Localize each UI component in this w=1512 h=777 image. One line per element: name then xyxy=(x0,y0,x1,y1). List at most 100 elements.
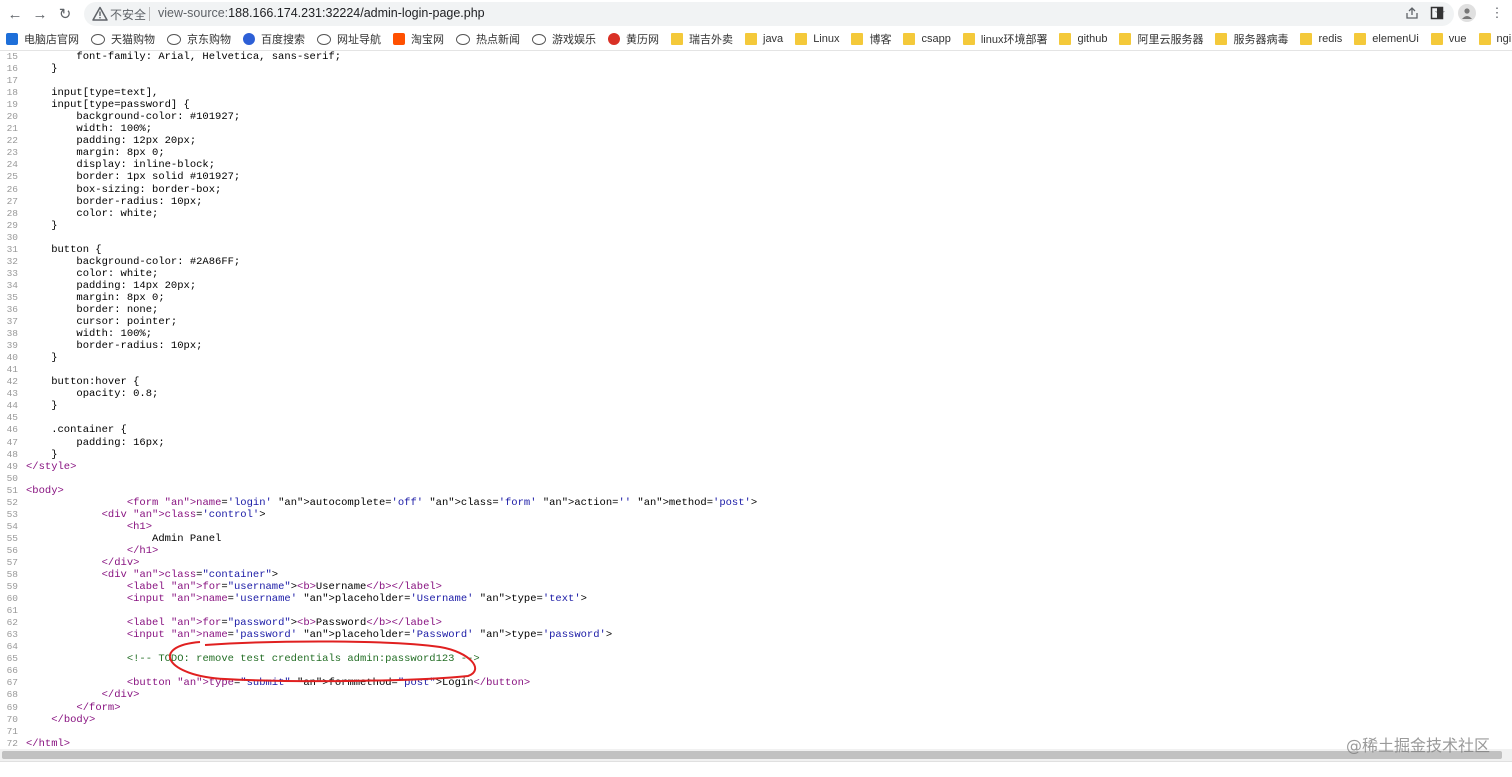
bookmark-item[interactable]: 京东购物 xyxy=(161,28,237,50)
bookmark-item[interactable]: 阿里云服务器 xyxy=(1113,28,1209,50)
folder-icon xyxy=(962,33,975,45)
source-line: 34 padding: 14px 20px; xyxy=(0,280,1512,292)
source-line: 18 input[type=text], xyxy=(0,87,1512,99)
source-line: 20 background-color: #101927; xyxy=(0,111,1512,123)
line-code: background-color: #2A86FF; xyxy=(26,255,241,268)
source-line: 22 padding: 12px 20px; xyxy=(0,135,1512,147)
bookmark-item[interactable]: 电脑店官网 xyxy=(0,28,85,50)
line-code: <form "an">name='login' "an">autocomplet… xyxy=(126,496,758,509)
line-number: 21 xyxy=(6,123,18,135)
line-number: 62 xyxy=(6,617,18,629)
line-code: color: white; xyxy=(26,267,159,280)
folder-icon xyxy=(745,33,757,45)
line-number: 28 xyxy=(6,207,18,219)
page-source-view: 15 font-family: Arial, Helvetica, sans-s… xyxy=(0,51,1512,749)
line-number: 66 xyxy=(6,665,18,677)
reload-glyph: ↻ xyxy=(58,6,72,23)
share-icon[interactable] xyxy=(1404,5,1420,21)
bookmark-label: 博客 xyxy=(869,34,892,46)
line-code: .container { xyxy=(26,424,127,437)
bookmark-item[interactable]: 热点新闻 xyxy=(450,28,526,50)
line-number: 15 xyxy=(6,51,18,62)
line-number: 22 xyxy=(6,135,18,147)
bookmark-item[interactable]: 服务器病毒 xyxy=(1209,28,1294,50)
folder-icon xyxy=(851,33,864,45)
warning-icon[interactable] xyxy=(92,6,108,22)
source-line: 63 <input "an">name='password' "an">plac… xyxy=(0,629,1512,641)
browser-toolbar: ← → ↻ 不安全 view-source:188.166.174.231:32… xyxy=(0,0,1512,28)
line-number: 68 xyxy=(6,689,18,701)
bookmark-item[interactable]: redis xyxy=(1294,28,1348,50)
bookmark-item[interactable]: nginx xyxy=(1473,28,1512,50)
bookmark-item[interactable]: csapp xyxy=(897,28,956,50)
bookmark-item[interactable]: 瑞吉外卖 xyxy=(665,28,739,50)
line-number: 50 xyxy=(6,472,18,484)
url-text[interactable]: view-source:188.166.174.231:32224/admin-… xyxy=(158,6,485,20)
side-panel-icon[interactable] xyxy=(1428,4,1446,22)
globe-icon xyxy=(317,33,331,45)
reload-icon[interactable]: ↻ xyxy=(54,3,76,25)
source-line: 23 margin: 8px 0; xyxy=(0,147,1512,159)
line-number: 31 xyxy=(6,243,18,255)
red-icon xyxy=(608,33,620,45)
bookmark-item[interactable]: elemenUi xyxy=(1348,28,1424,50)
source-line: 49 </style> xyxy=(0,461,1512,473)
bookmark-item[interactable]: github xyxy=(1053,28,1113,50)
line-code: <h1> xyxy=(126,520,153,533)
bookmark-label: 电脑店官网 xyxy=(24,34,79,46)
source-line: 36 border: none; xyxy=(0,304,1512,316)
bookmark-item[interactable]: 百度搜索 xyxy=(237,28,311,50)
source-line: 58 <div "an">class="container"> xyxy=(0,569,1512,581)
bookmark-item[interactable]: 天猫购物 xyxy=(85,28,161,50)
bookmark-item[interactable]: java xyxy=(739,28,789,50)
back-arrow-icon[interactable]: ← xyxy=(4,3,26,25)
line-number: 67 xyxy=(6,677,18,689)
bookmark-label: 淘宝网 xyxy=(411,34,444,46)
line-number: 57 xyxy=(6,556,18,568)
bookmark-item[interactable]: 淘宝网 xyxy=(387,28,450,50)
line-code: cursor: pointer; xyxy=(26,316,178,329)
forward-glyph: → xyxy=(32,5,48,23)
line-code: </body> xyxy=(51,713,96,726)
bookmark-item[interactable]: 网址导航 xyxy=(311,28,387,50)
bookmark-item[interactable]: 黄历网 xyxy=(602,28,665,50)
line-code: padding: 14px 20px; xyxy=(26,279,197,292)
source-line: 59 <label "an">for="username"><b>Usernam… xyxy=(0,581,1512,593)
line-number: 51 xyxy=(6,484,18,496)
forward-arrow-icon[interactable]: → xyxy=(29,3,51,25)
address-bar[interactable]: 不安全 view-source:188.166.174.231:32224/ad… xyxy=(84,2,1454,26)
line-number: 55 xyxy=(6,532,18,544)
folder-icon xyxy=(1354,33,1367,45)
line-number: 48 xyxy=(6,448,18,460)
globe-icon xyxy=(91,33,105,45)
line-code: button { xyxy=(26,243,102,256)
line-code: <body> xyxy=(26,484,64,497)
bookmark-label: 游戏娱乐 xyxy=(552,34,596,46)
source-line: 28 color: white; xyxy=(0,208,1512,220)
line-number: 47 xyxy=(6,436,18,448)
source-line: 55 Admin Panel xyxy=(0,533,1512,545)
profile-avatar-icon[interactable] xyxy=(1458,4,1476,22)
line-number: 40 xyxy=(6,352,18,364)
source-line: 15 font-family: Arial, Helvetica, sans-s… xyxy=(0,51,1512,63)
bookmark-item[interactable]: 博客 xyxy=(845,28,897,50)
bookmark-item[interactable]: linux环境部署 xyxy=(957,28,1054,50)
bookmark-item[interactable]: vue xyxy=(1425,28,1473,50)
globe-icon xyxy=(456,33,470,45)
line-code: </div> xyxy=(101,556,140,569)
line-number: 65 xyxy=(6,653,18,665)
bookmark-item[interactable]: 游戏娱乐 xyxy=(526,28,602,50)
status-strip xyxy=(0,761,1512,777)
url-separator xyxy=(149,7,150,21)
bookmark-item[interactable]: Linux xyxy=(789,28,845,50)
not-secure-label[interactable]: 不安全 xyxy=(110,6,146,23)
menu-kebab-icon[interactable]: ⋮ xyxy=(1488,4,1506,22)
line-number: 18 xyxy=(6,87,18,99)
horizontal-scrollbar[interactable] xyxy=(0,749,1512,761)
source-line: 70 </body> xyxy=(0,714,1512,726)
source-line: 21 width: 100%; xyxy=(0,123,1512,135)
scrollbar-thumb[interactable] xyxy=(2,751,1502,759)
folder-icon xyxy=(1430,33,1443,45)
bookmark-label: elemenUi xyxy=(1372,33,1419,45)
source-line: 39 border-radius: 10px; xyxy=(0,340,1512,352)
